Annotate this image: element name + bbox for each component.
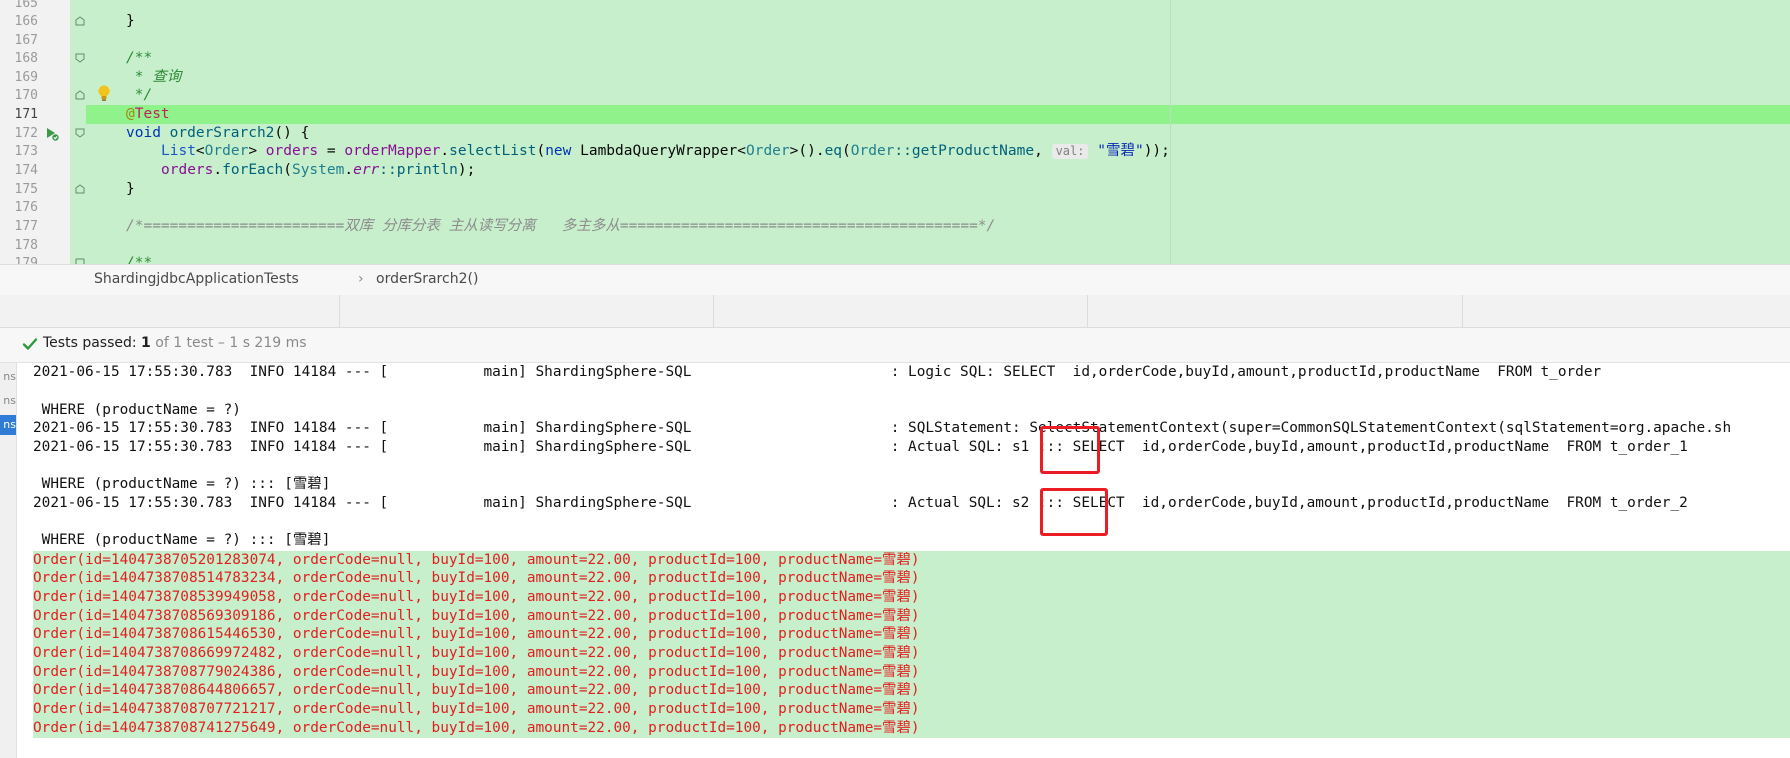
toolbar-divider xyxy=(1087,295,1088,327)
check-icon xyxy=(22,338,38,350)
param-hint: val: xyxy=(1051,144,1089,159)
test-tree-item[interactable]: ns xyxy=(0,391,16,411)
order-output-line: Order(id=1404738708741275649, orderCode=… xyxy=(33,720,920,736)
order-output-line: Order(id=1404738708569309186, orderCode=… xyxy=(33,608,920,624)
line-number: 179 xyxy=(14,256,38,264)
code-line-175[interactable]: } xyxy=(126,180,135,199)
fold-end-icon[interactable] xyxy=(75,16,85,26)
console-output[interactable]: ns ns ns 2021-06-15 17:55:30.783 INFO 14… xyxy=(0,363,1790,758)
line-number: 166 xyxy=(14,14,38,29)
order-output-line: Order(id=1404738708539949058, orderCode=… xyxy=(33,589,920,605)
log-line: WHERE (productName = ?) xyxy=(33,402,241,418)
log-line: 2021-06-15 17:55:30.783 INFO 14184 --- [… xyxy=(33,439,1688,455)
order-output-line: Order(id=1404738705201283074, orderCode=… xyxy=(33,552,920,568)
run-test-icon[interactable] xyxy=(44,126,60,142)
code-line-177[interactable]: /*=======================双库 分库分表 主从读写分离 … xyxy=(126,217,995,236)
fold-end-icon[interactable] xyxy=(75,90,85,100)
line-number: 178 xyxy=(14,238,38,253)
code-line-171[interactable]: @Test xyxy=(126,105,170,124)
line-number: 176 xyxy=(14,200,38,215)
code-line-179[interactable]: /** xyxy=(126,254,152,264)
line-number: 167 xyxy=(14,33,38,48)
lightbulb-icon[interactable] xyxy=(97,84,111,102)
breadcrumb-class[interactable]: ShardingjdbcApplicationTests xyxy=(94,271,299,287)
code-line-169[interactable]: * 查询 xyxy=(126,68,181,87)
code-line-172[interactable]: void orderSrarch2() { xyxy=(126,124,309,143)
breadcrumb: ShardingjdbcApplicationTests › orderSrar… xyxy=(0,264,1790,296)
order-output-line: Order(id=1404738708615446530, orderCode=… xyxy=(33,626,920,642)
toolbar-divider xyxy=(1462,295,1463,327)
test-tree-item-selected[interactable]: ns xyxy=(0,415,16,435)
code-line-166[interactable]: } xyxy=(126,12,135,31)
line-number: 173 xyxy=(14,144,38,159)
line-number: 177 xyxy=(14,219,38,234)
order-output-line: Order(id=1404738708644806657, orderCode=… xyxy=(33,682,920,698)
run-toolbar xyxy=(0,295,1790,328)
log-line: 2021-06-15 17:55:30.783 INFO 14184 --- [… xyxy=(33,495,1688,511)
line-number: 175 xyxy=(14,182,38,197)
fold-strip xyxy=(70,0,86,264)
fold-start-icon[interactable] xyxy=(75,53,85,63)
code-line-170[interactable]: */ xyxy=(126,86,152,105)
log-line: 2021-06-15 17:55:30.783 INFO 14184 --- [… xyxy=(33,364,1602,380)
order-output-line: Order(id=1404738708669972482, orderCode=… xyxy=(33,645,920,661)
log-line: WHERE (productName = ?) ::: [雪碧] xyxy=(33,476,331,492)
breadcrumb-separator: › xyxy=(358,271,364,287)
toolbar-divider xyxy=(713,295,714,327)
code-editor[interactable]: 165 166 167 168 169 170 171 172 173 174 … xyxy=(0,0,1790,264)
breadcrumb-method[interactable]: orderSrarch2() xyxy=(376,271,478,287)
fold-end-icon[interactable] xyxy=(75,184,85,194)
fold-start-icon[interactable] xyxy=(75,128,85,138)
test-status-text: Tests passed: 1 of 1 test – 1 s 219 ms xyxy=(43,335,307,351)
code-line-173[interactable]: List<Order> orders = orderMapper.selectL… xyxy=(161,142,1170,161)
line-number-current: 171 xyxy=(14,107,38,122)
right-margin-guide xyxy=(1170,0,1171,264)
order-output-line: Order(id=1404738708514783234, orderCode=… xyxy=(33,570,920,586)
code-line-168[interactable]: /** xyxy=(126,49,152,68)
line-number: 168 xyxy=(14,51,38,66)
highlight-box-s2 xyxy=(1040,488,1108,536)
line-number: 172 xyxy=(14,126,38,141)
test-tree-strip: ns ns ns xyxy=(0,363,17,758)
line-number: 169 xyxy=(14,70,38,85)
log-line: 2021-06-15 17:55:30.783 INFO 14184 --- [… xyxy=(33,420,1732,436)
current-line-highlight xyxy=(0,105,1790,124)
line-number: 174 xyxy=(14,163,38,178)
line-number-gutter[interactable]: 165 166 167 168 169 170 171 172 173 174 … xyxy=(0,0,71,264)
log-line: WHERE (productName = ?) ::: [雪碧] xyxy=(33,532,331,548)
highlight-box-s1 xyxy=(1040,426,1100,474)
order-output-line: Order(id=1404738708779024386, orderCode=… xyxy=(33,664,920,680)
code-line-174[interactable]: orders.forEach(System.err::println); xyxy=(161,161,475,180)
test-tree-item[interactable]: ns xyxy=(0,367,16,387)
test-status-bar: Tests passed: 1 of 1 test – 1 s 219 ms xyxy=(0,328,1790,363)
line-number: 170 xyxy=(14,88,38,103)
toolbar-divider xyxy=(339,295,340,327)
order-output-line: Order(id=1404738708707721217, orderCode=… xyxy=(33,701,920,717)
